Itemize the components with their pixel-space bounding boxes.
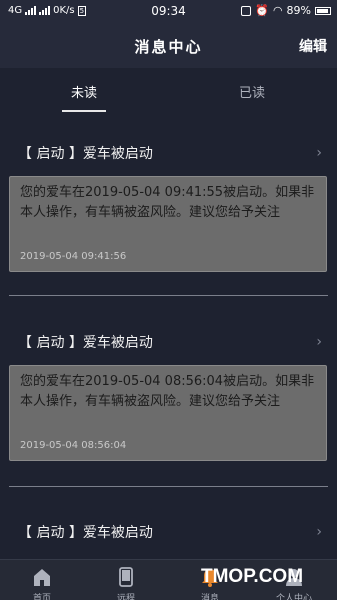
message-time: 2019-05-04 09:41:56 bbox=[20, 251, 127, 262]
message-item[interactable]: 【 启动 】爱车被启动 › bbox=[0, 522, 337, 552]
vibrate-icon bbox=[241, 5, 252, 16]
message-time: 2019-05-04 08:56:04 bbox=[20, 440, 127, 451]
message-text: 您的爱车在2019-05-04 08:56:04被启动。如果非本人操作，有车辆被… bbox=[20, 374, 315, 409]
nav-label: 首页 bbox=[32, 594, 51, 600]
message-box: 您的爱车在2019-05-04 08:56:04被启动。如果非本人操作，有车辆被… bbox=[9, 365, 327, 461]
message-title: 【 启动 】爱车被启动 bbox=[18, 525, 153, 541]
message-text: 您的爱车在2019-05-04 09:41:55被启动。如果非本人操作，有车辆被… bbox=[20, 185, 315, 220]
title-bar: 消息中心 编辑 bbox=[0, 22, 337, 68]
chevron-right-icon: › bbox=[316, 334, 322, 350]
nav-label: 远程 bbox=[116, 594, 135, 600]
battery-icon bbox=[315, 6, 331, 15]
chevron-right-icon: › bbox=[316, 145, 322, 161]
message-title: 【 启动 】爱车被启动 bbox=[18, 146, 153, 162]
divider bbox=[9, 295, 328, 296]
battery-percent: 89% bbox=[286, 4, 311, 17]
nav-label: 个人中心 bbox=[275, 594, 312, 600]
tab-bar: 未读 已读 bbox=[0, 68, 337, 116]
wifi-icon: ◠ bbox=[272, 4, 283, 17]
watermark: TMOP.COM bbox=[201, 566, 304, 587]
chevron-right-icon: › bbox=[316, 524, 322, 540]
nav-label: 消息 bbox=[200, 594, 219, 600]
status-right: ⏰ ◠ 89% bbox=[241, 4, 331, 17]
edit-button[interactable]: 编辑 bbox=[299, 36, 327, 56]
tab-read[interactable]: 已读 bbox=[168, 82, 336, 101]
page-title: 消息中心 bbox=[134, 38, 203, 56]
message-box: 您的爱车在2019-05-04 09:41:55被启动。如果非本人操作，有车辆被… bbox=[9, 176, 327, 272]
message-item[interactable]: 【 启动 】爱车被启动 › 您的爱车在2019-05-04 09:41:55被启… bbox=[0, 143, 337, 293]
phone-icon bbox=[119, 567, 133, 587]
alarm-icon: ⏰ bbox=[255, 4, 269, 17]
message-item[interactable]: 【 启动 】爱车被启动 › 您的爱车在2019-05-04 08:56:04被启… bbox=[0, 332, 337, 482]
home-icon bbox=[34, 569, 50, 586]
message-title: 【 启动 】爱车被启动 bbox=[18, 335, 153, 351]
status-bar: 4G 0K/s 5 09:34 ⏰ ◠ 89% bbox=[0, 0, 337, 22]
tab-unread[interactable]: 未读 bbox=[0, 82, 168, 101]
tab-active-indicator bbox=[62, 110, 106, 112]
divider bbox=[9, 486, 328, 487]
